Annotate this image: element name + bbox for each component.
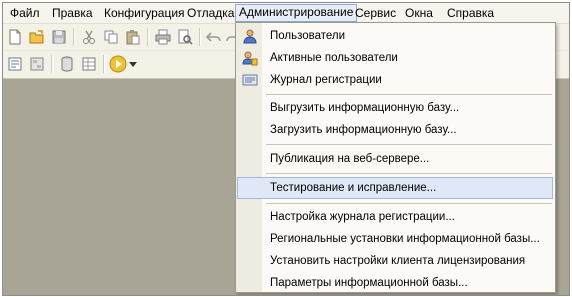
menu-administration[interactable]: Администрирование (235, 4, 358, 22)
menu-item-import-infobase[interactable]: Загрузить информационную базу... (237, 119, 553, 141)
menu-item-label: Выгрузить информационную базу... (270, 102, 460, 114)
menu-item-active-users[interactable]: Активные пользователи (237, 47, 553, 69)
database-icon[interactable] (59, 56, 75, 72)
dropdown-arrow-icon[interactable] (129, 62, 137, 68)
menu-help[interactable]: Справка (444, 5, 497, 21)
menu-item-licensing-client-settings[interactable]: Установить настройки клиента лицензирова… (237, 250, 553, 272)
paste-icon[interactable] (125, 29, 141, 45)
toolbar-separator (199, 28, 201, 46)
toolbar-separator (51, 55, 53, 73)
menu-service[interactable]: Сервис (352, 5, 399, 21)
event-log-icon (242, 74, 258, 86)
run-debug-icon[interactable] (109, 55, 127, 73)
menu-separator (266, 173, 552, 174)
copy-icon[interactable] (103, 29, 119, 45)
menu-item-label: Параметры информационной базы... (270, 277, 468, 289)
application-window: Файл Правка Конфигурация Отладка Админис… (2, 2, 570, 296)
menu-item-label: Журнал регистрации (270, 74, 382, 86)
menu-item-users[interactable]: Пользователи (237, 25, 553, 47)
toolbar-separator (147, 28, 149, 46)
configuration-tree-icon[interactable] (29, 56, 45, 72)
print-preview-icon[interactable] (177, 29, 193, 45)
menu-item-web-publishing[interactable]: Публикация на веб-сервере... (237, 148, 553, 170)
menu-configuration[interactable]: Конфигурация (101, 5, 188, 21)
menu-item-label: Публикация на веб-сервере... (270, 153, 430, 165)
menu-item-infobase-parameters[interactable]: Параметры информационной базы... (237, 272, 553, 294)
cut-icon[interactable] (81, 29, 97, 45)
save-icon[interactable] (51, 29, 67, 45)
menu-item-label: Настройка журнала регистрации... (270, 211, 455, 223)
administration-dropdown-menu: Пользователи Активные пользователи Журна… (235, 22, 556, 293)
open-folder-icon[interactable] (29, 29, 45, 45)
menu-item-event-log-settings[interactable]: Настройка журнала регистрации... (237, 206, 553, 228)
undo-icon[interactable] (206, 29, 222, 45)
active-users-icon (242, 51, 258, 66)
menu-item-label: Установить настройки клиента лицензирова… (270, 255, 526, 267)
menu-item-label: Пользователи (270, 30, 346, 42)
menu-item-export-infobase[interactable]: Выгрузить информационную базу... (237, 97, 553, 119)
menu-debug[interactable]: Отладка (184, 5, 237, 21)
menu-edit[interactable]: Правка (49, 5, 96, 21)
menu-separator (266, 203, 552, 204)
menu-item-label: Загрузить информационную базу... (270, 124, 457, 136)
toolbar-separator (73, 28, 75, 46)
menu-item-label: Тестирование и исправление... (270, 182, 437, 194)
menu-item-test-and-repair[interactable]: Тестирование и исправление... (237, 177, 553, 199)
menu-file[interactable]: Файл (7, 5, 43, 21)
menu-item-label: Региональные установки информационной ба… (270, 233, 540, 245)
print-icon[interactable] (155, 29, 171, 45)
new-document-icon[interactable] (7, 29, 23, 45)
toolbar-separator (103, 55, 105, 73)
menu-item-event-log[interactable]: Журнал регистрации (237, 69, 553, 91)
document-grid-icon[interactable] (81, 56, 97, 72)
menu-separator (266, 144, 552, 145)
menu-item-regional-settings[interactable]: Региональные установки информационной ба… (237, 228, 553, 250)
menu-separator (266, 94, 552, 95)
properties-icon[interactable] (7, 56, 23, 72)
user-icon (243, 29, 257, 44)
menu-bar: Файл Правка Конфигурация Отладка Админис… (3, 3, 569, 24)
menu-item-label: Активные пользователи (270, 52, 398, 64)
menu-windows[interactable]: Окна (402, 5, 436, 21)
